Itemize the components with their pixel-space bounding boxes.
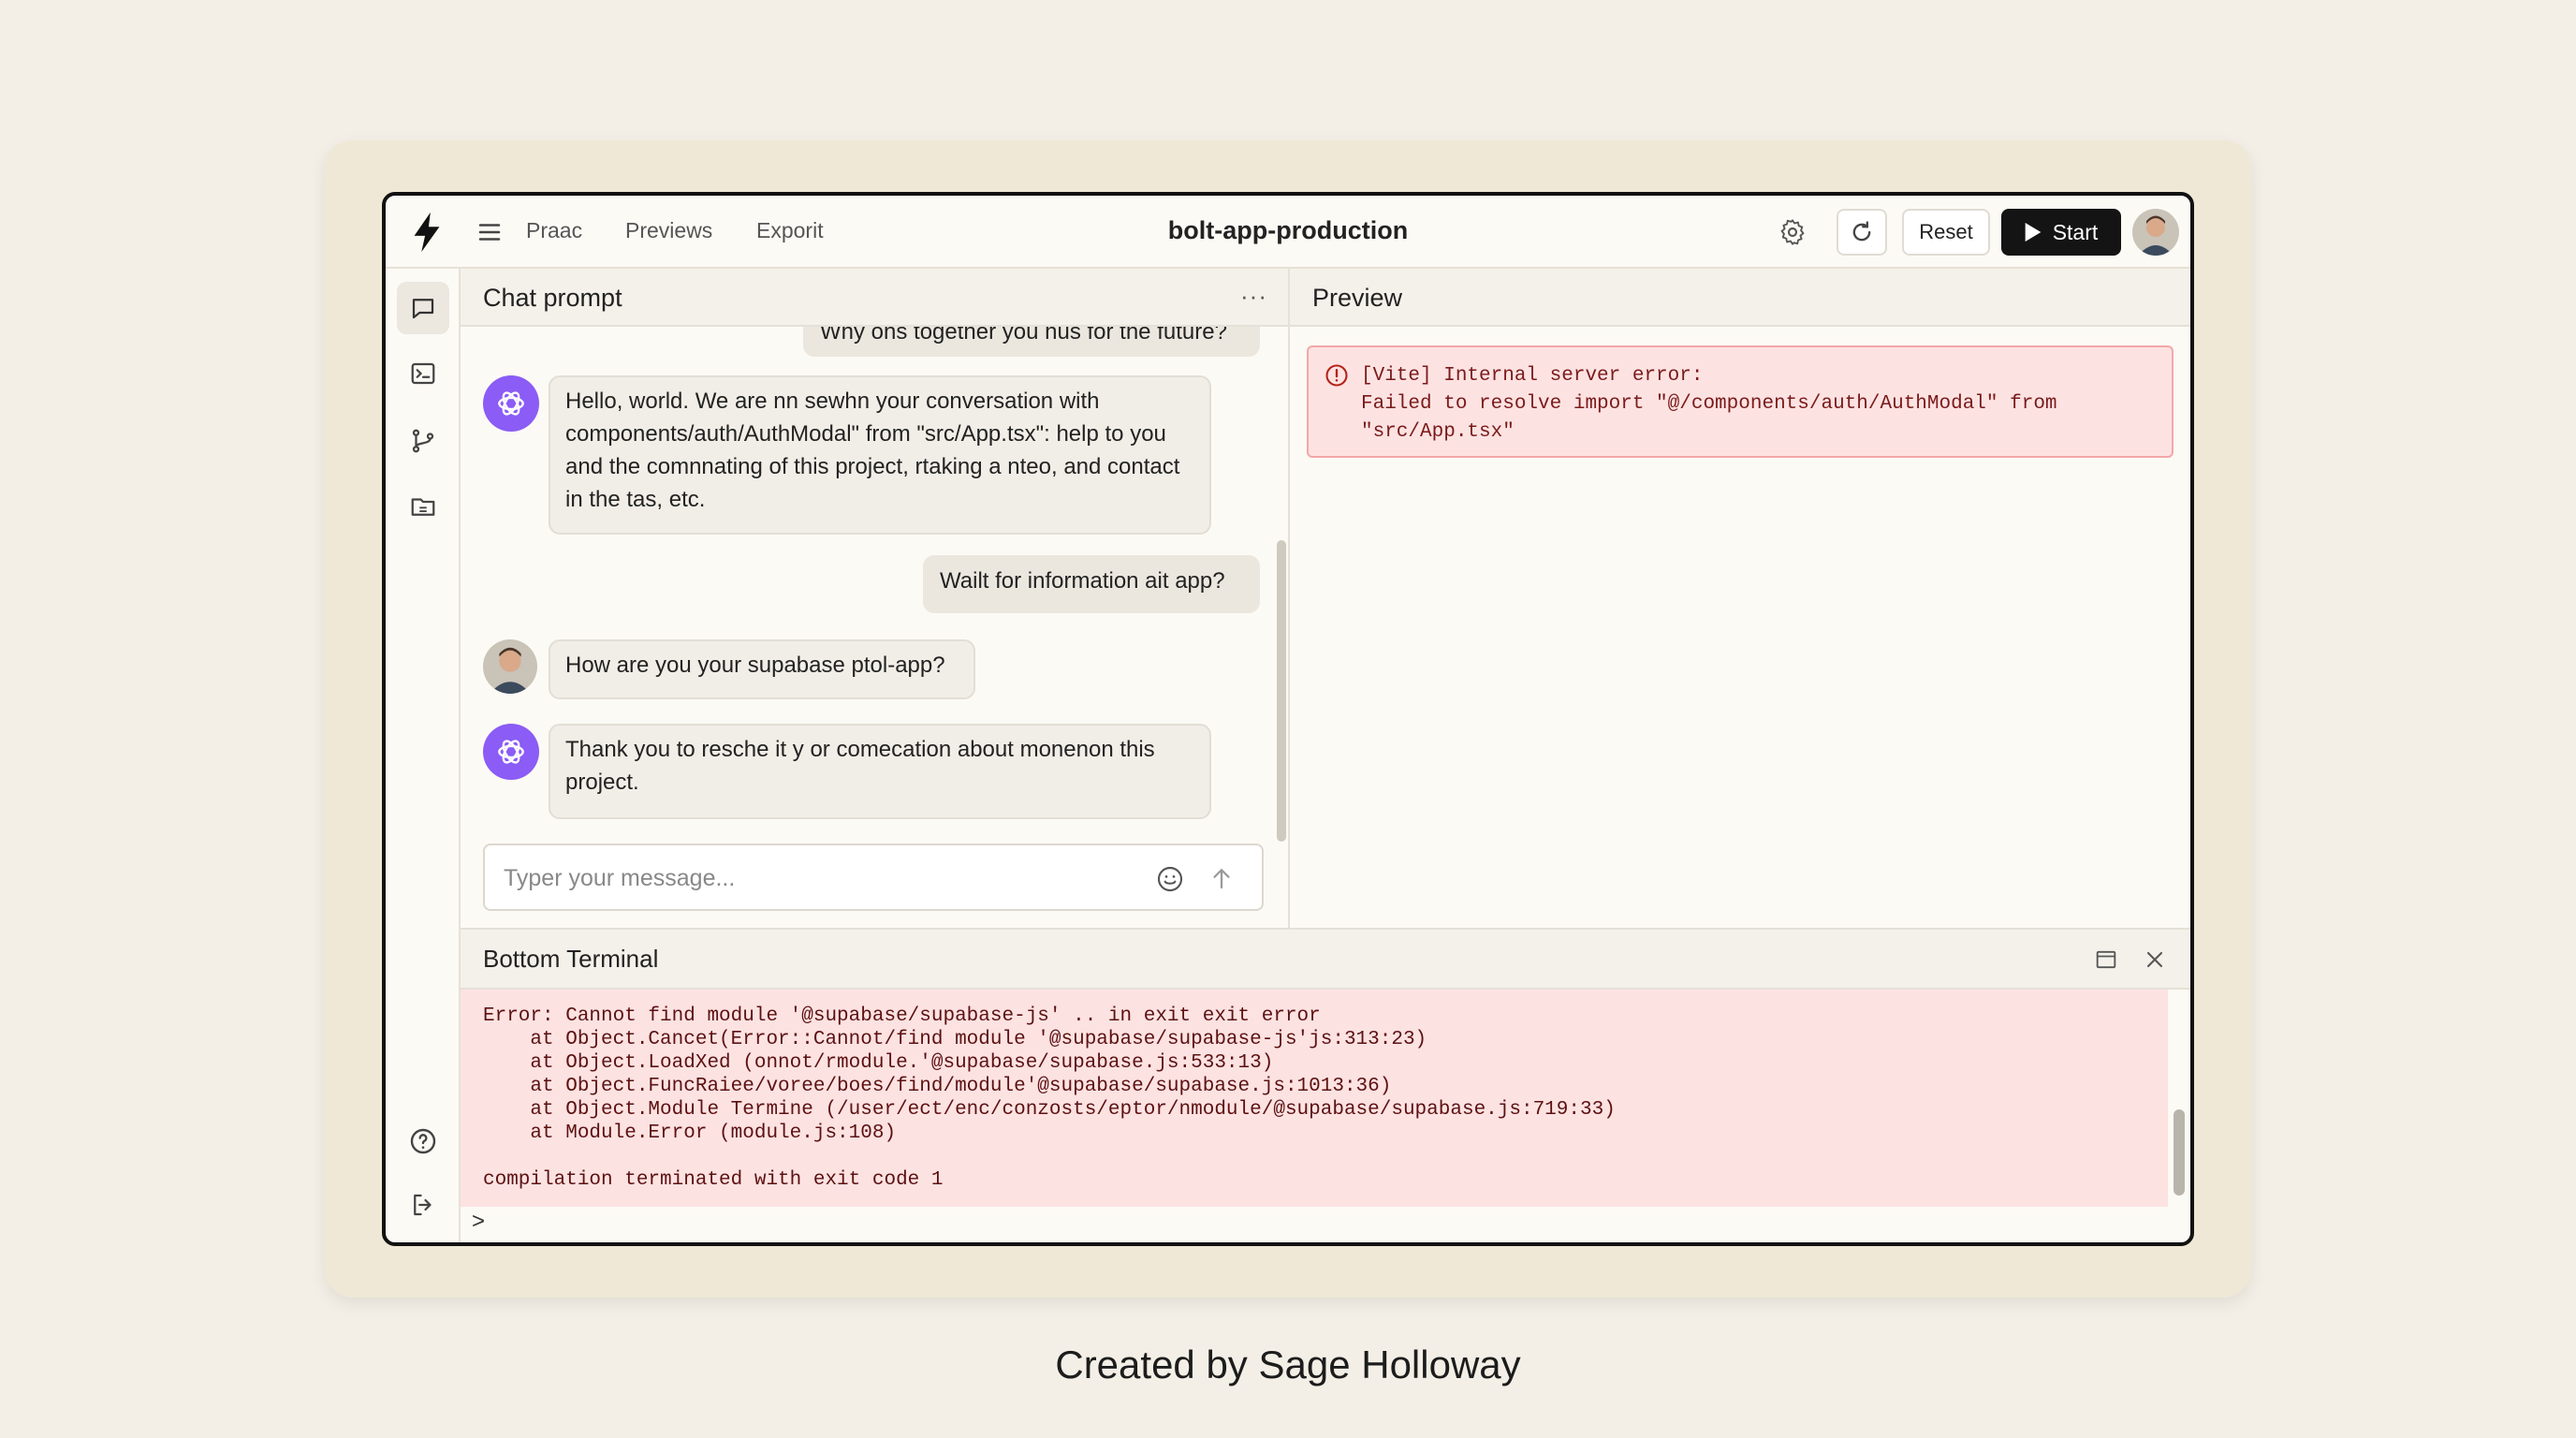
chat-header: Chat prompt ··· [461, 269, 1288, 327]
preview-header: Preview [1290, 269, 2190, 327]
caption: Created by Sage Holloway [1055, 1343, 1521, 1387]
start-label: Start [2052, 219, 2099, 244]
start-button[interactable]: Start [2001, 209, 2121, 256]
sidebar-logout-button[interactable] [397, 1179, 449, 1231]
chat-messages[interactable]: Why ons together you hus for the future?… [461, 327, 1288, 823]
folder-icon [411, 498, 435, 516]
play-icon [2025, 223, 2042, 242]
logout-icon [414, 1194, 432, 1216]
terminal-title: Bottom Terminal [483, 945, 659, 973]
chat-more-button[interactable]: ··· [1240, 282, 1267, 311]
terminal-prompt[interactable]: > [472, 1209, 485, 1235]
app-title: bolt-app-production [1167, 216, 1409, 244]
preview-error-box: [Vite] Internal server error: Failed to … [1307, 345, 2174, 458]
error-circle-icon [1325, 364, 1348, 387]
nav-link-exporit[interactable]: Exporit [756, 218, 824, 243]
message-text: Thank you to resche it y or comecation a… [565, 737, 1155, 795]
preview-title: Preview [1312, 284, 1403, 312]
sidebar-help-button[interactable] [397, 1115, 449, 1167]
reset-button[interactable]: Reset [1902, 209, 1990, 256]
message-text: Why ons together you hus for the future? [820, 327, 1227, 345]
sidebar [386, 269, 461, 1242]
terminal-icon [411, 362, 435, 385]
maximize-icon[interactable] [2093, 946, 2119, 973]
settings-button[interactable] [1767, 209, 1818, 256]
preview-error-text: [Vite] Internal server error: Failed to … [1361, 365, 2057, 443]
terminal-output[interactable]: Error: Cannot find module '@supabase/sup… [461, 990, 2168, 1207]
chat-title: Chat prompt [483, 284, 622, 312]
chat-message-bot: Hello, world. We are nn sewhn your conve… [549, 375, 1211, 535]
chat-message-user: Wailt for information ait app? [923, 555, 1260, 613]
chat-input-box [483, 844, 1264, 911]
chat-panel: Chat prompt ··· Why ons together you hus… [461, 269, 1290, 928]
preview-panel: Preview [Vite] Internal server error: Fa… [1290, 269, 2190, 928]
gear-icon [1780, 219, 1805, 245]
user-avatar [483, 639, 537, 694]
send-arrow-icon[interactable] [1208, 864, 1236, 892]
bot-avatar [483, 375, 539, 432]
terminal-header: Bottom Terminal [461, 930, 2190, 990]
chat-message-user: Why ons together you hus for the future? [803, 327, 1260, 357]
sidebar-chat-button[interactable] [397, 282, 449, 334]
top-bar: Praac Previews Exporit bolt-app-producti… [386, 196, 2190, 269]
openai-logo-icon [498, 391, 524, 416]
help-icon [410, 1128, 436, 1154]
menu-icon[interactable] [476, 218, 504, 246]
refresh-icon [1852, 221, 1871, 242]
message-text: Hello, world. We are nn sewhn your conve… [565, 389, 1180, 512]
chat-message-user-left: How are you your supabase ptol-app? [549, 639, 975, 699]
user-avatar[interactable] [2132, 209, 2179, 256]
message-text: How are you your supabase ptol-app? [565, 653, 945, 678]
message-text: Wailt for information ait app? [940, 568, 1225, 594]
bottom-terminal: Bottom Terminal Error: Cannot find modul… [461, 928, 2190, 1242]
message-input[interactable] [504, 862, 1140, 894]
terminal-scrollbar[interactable] [2174, 1109, 2185, 1196]
sidebar-files-button[interactable] [397, 480, 449, 533]
sidebar-terminal-button[interactable] [397, 347, 449, 400]
emoji-icon[interactable] [1155, 864, 1185, 894]
nav-link-praac[interactable]: Praac [526, 218, 582, 243]
sidebar-git-button[interactable] [397, 415, 449, 467]
nav-link-previews[interactable]: Previews [625, 218, 712, 243]
close-icon[interactable] [2142, 946, 2168, 973]
app-window: Praac Previews Exporit bolt-app-producti… [382, 192, 2194, 1246]
openai-logo-icon [498, 740, 524, 764]
chat-icon [412, 299, 434, 319]
bot-avatar [483, 724, 539, 780]
git-branch-icon [412, 429, 434, 453]
chat-message-bot: Thank you to resche it y or comecation a… [549, 724, 1211, 819]
chat-scrollbar[interactable] [1277, 540, 1286, 842]
refresh-button[interactable] [1837, 209, 1887, 256]
bolt-logo[interactable] [408, 211, 446, 254]
